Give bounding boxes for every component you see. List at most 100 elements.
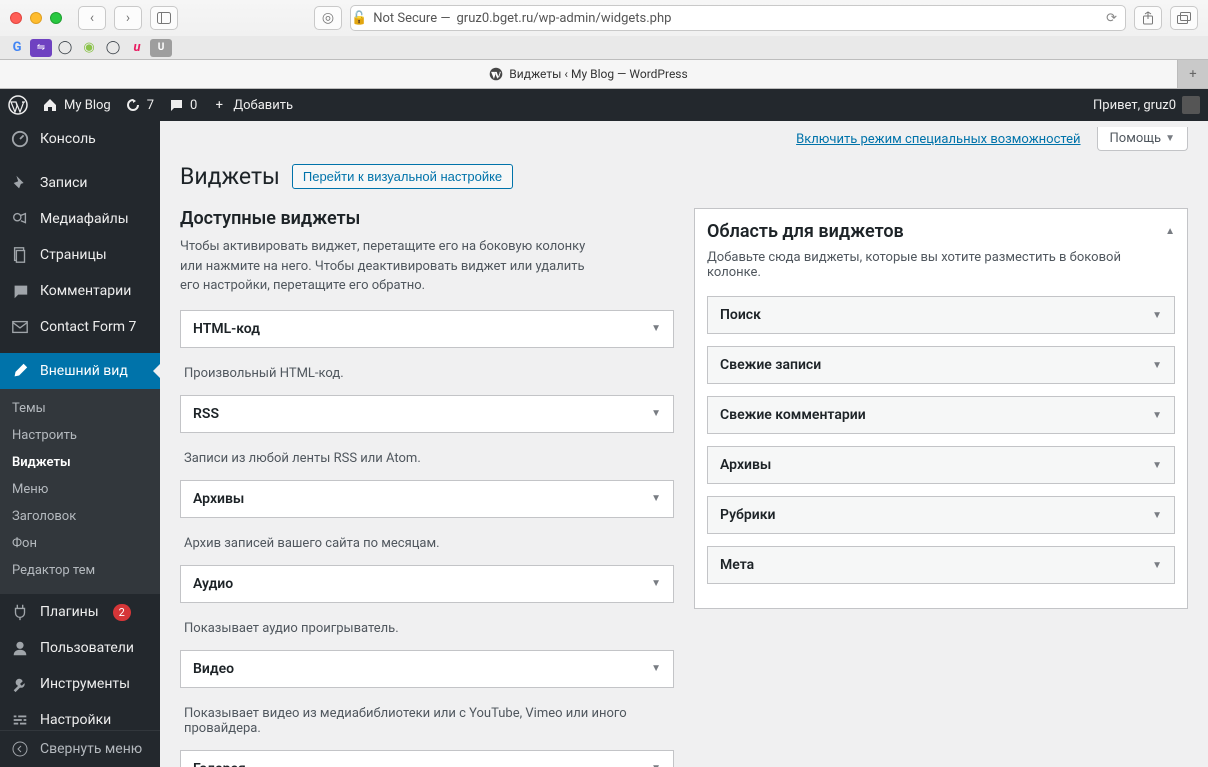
widget-title: Свежие записи <box>720 357 821 373</box>
menu-pages[interactable]: Страницы <box>0 237 160 273</box>
maximize-window-button[interactable] <box>50 12 62 24</box>
close-window-button[interactable] <box>10 12 22 24</box>
add-new-link[interactable]: + Добавить <box>211 97 293 113</box>
forward-button[interactable]: › <box>114 6 142 30</box>
minimize-window-button[interactable] <box>30 12 42 24</box>
chevron-down-icon: ▼ <box>651 323 661 334</box>
new-tab-button[interactable]: + <box>1178 60 1208 88</box>
chevron-down-icon: ▼ <box>1152 360 1162 371</box>
favorite-item[interactable]: u <box>126 39 148 57</box>
sidebar-widget[interactable]: Архивы▼ <box>707 446 1175 484</box>
browser-tab[interactable]: Виджеты ‹ My Blog — WordPress <box>0 60 1178 88</box>
collapse-menu[interactable]: Свернуть меню <box>0 730 160 767</box>
menu-users[interactable]: Пользователи <box>0 630 160 666</box>
visual-customize-button[interactable]: Перейти к визуальной настройке <box>292 164 513 189</box>
plus-icon: + <box>211 97 227 113</box>
menu-dashboard[interactable]: Консоль <box>0 121 160 157</box>
back-button[interactable]: ‹ <box>78 6 106 30</box>
wordpress-icon <box>8 95 28 115</box>
comment-icon <box>168 97 184 113</box>
dashboard-icon <box>10 129 30 149</box>
media-icon <box>10 209 30 229</box>
widget-title: Мета <box>720 557 754 573</box>
tab-title: Виджеты ‹ My Blog — WordPress <box>509 67 687 81</box>
menu-comments[interactable]: Комментарии <box>0 273 160 309</box>
widget-description: Произвольный HTML-код. <box>180 358 674 395</box>
favorite-item[interactable]: U <box>150 39 172 57</box>
chevron-down-icon: ▼ <box>1152 560 1162 571</box>
widget-title: Аудио <box>193 576 233 592</box>
sidebar-widget[interactable]: Свежие записи ▼ <box>707 346 1175 384</box>
widget-description: Записи из любой ленты RSS или Atom. <box>180 443 674 480</box>
comments-link[interactable]: 0 <box>168 97 197 113</box>
plugins-update-badge: 2 <box>113 604 131 621</box>
available-widget[interactable]: RSS▼ <box>181 396 673 432</box>
update-icon <box>125 97 141 113</box>
submenu-themes[interactable]: Темы <box>0 395 160 422</box>
widget-description: Показывает видео из медиабиблиотеки или … <box>180 698 674 750</box>
menu-contact-form[interactable]: Contact Form 7 <box>0 309 160 345</box>
site-name-link[interactable]: My Blog <box>42 97 111 113</box>
menu-appearance[interactable]: Внешний вид <box>0 353 160 389</box>
sidebar-widget[interactable]: Свежие комментарии▼ <box>707 396 1175 434</box>
sidebar-toggle-button[interactable] <box>150 6 178 30</box>
accessibility-mode-link[interactable]: Включить режим специальных возможностей <box>796 132 1080 147</box>
url-bar[interactable]: 🔓 Not Secure — gruz0.bget.ru/wp-admin/wi… <box>350 5 1126 31</box>
wordpress-icon <box>489 67 503 81</box>
menu-posts[interactable]: Записи <box>0 165 160 201</box>
submenu-theme-editor[interactable]: Редактор тем <box>0 557 160 584</box>
appearance-submenu: Темы Настроить Виджеты Меню Заголовок Фо… <box>0 389 160 594</box>
widget-area: Область для виджетов ▲ Добавьте сюда вид… <box>694 208 1188 609</box>
available-widget[interactable]: Архивы▼ <box>181 481 673 517</box>
chevron-down-icon: ▼ <box>651 408 661 419</box>
share-button[interactable] <box>1134 6 1162 30</box>
submenu-customize[interactable]: Настроить <box>0 422 160 449</box>
traffic-lights <box>10 12 62 24</box>
updates-link[interactable]: 7 <box>125 97 154 113</box>
url-text: gruz0.bget.ru/wp-admin/widgets.php <box>457 11 672 26</box>
my-account-link[interactable]: Привет, gruz0 <box>1093 96 1200 114</box>
privacy-report-button[interactable]: ◎ <box>314 6 342 30</box>
url-prefix: Not Secure — <box>373 11 450 26</box>
widget-title: Архивы <box>193 491 244 507</box>
available-widget[interactable]: Видео ▼ <box>181 651 673 687</box>
submenu-background[interactable]: Фон <box>0 530 160 557</box>
available-widget[interactable]: Аудио▼ <box>181 566 673 602</box>
available-widget[interactable]: Галерея▼ <box>181 751 673 767</box>
sidebar-widget[interactable]: Рубрики▼ <box>707 496 1175 534</box>
widget-area-desc: Добавьте сюда виджеты, которые вы хотите… <box>707 250 1175 280</box>
tabs-button[interactable] <box>1170 6 1198 30</box>
widget-title: Видео <box>193 661 234 677</box>
tab-strip: Виджеты ‹ My Blog — WordPress + <box>0 60 1208 88</box>
sidebar-widget[interactable]: Мета ▼ <box>707 546 1175 584</box>
submenu-header[interactable]: Заголовок <box>0 503 160 530</box>
tabs-icon <box>1177 12 1191 24</box>
favorite-item[interactable]: G <box>6 39 28 57</box>
collapse-area-icon[interactable]: ▲ <box>1165 226 1175 237</box>
favorite-item[interactable]: ◯ <box>54 39 76 57</box>
help-tab[interactable]: Помощь ▼ <box>1097 127 1188 151</box>
widget-description: Архив записей вашего сайта по месяцам. <box>180 528 674 565</box>
widget-title: Свежие комментарии <box>720 407 866 423</box>
submenu-menus[interactable]: Меню <box>0 476 160 503</box>
tools-icon <box>10 674 30 694</box>
reload-icon[interactable]: ⟳ <box>1106 11 1117 26</box>
submenu-widgets[interactable]: Виджеты <box>0 449 160 476</box>
sidebar-widget[interactable]: Поиск▼ <box>707 296 1175 334</box>
wp-logo[interactable] <box>8 95 28 115</box>
favorite-item[interactable]: ⇋ <box>30 39 52 57</box>
menu-media[interactable]: Медиафайлы <box>0 201 160 237</box>
chevron-down-icon: ▼ <box>1152 460 1162 471</box>
share-icon <box>1142 11 1154 25</box>
favorite-item[interactable]: ◉ <box>78 39 100 57</box>
favorite-item[interactable]: ◯ <box>102 39 124 57</box>
browser-chrome: ‹ › ◎ 🔓 Not Secure — gruz0.bget.ru/wp-ad… <box>0 0 1208 89</box>
available-widget[interactable]: HTML-код▼ <box>181 311 673 347</box>
chevron-down-icon: ▼ <box>651 663 661 674</box>
comment-icon <box>10 281 30 301</box>
menu-tools[interactable]: Инструменты <box>0 666 160 702</box>
favorites-bar: G ⇋ ◯ ◉ ◯ u U <box>0 36 1208 60</box>
widget-area-column: Область для виджетов ▲ Добавьте сюда вид… <box>694 208 1188 767</box>
home-icon <box>42 97 58 113</box>
menu-plugins[interactable]: Плагины 2 <box>0 594 160 630</box>
